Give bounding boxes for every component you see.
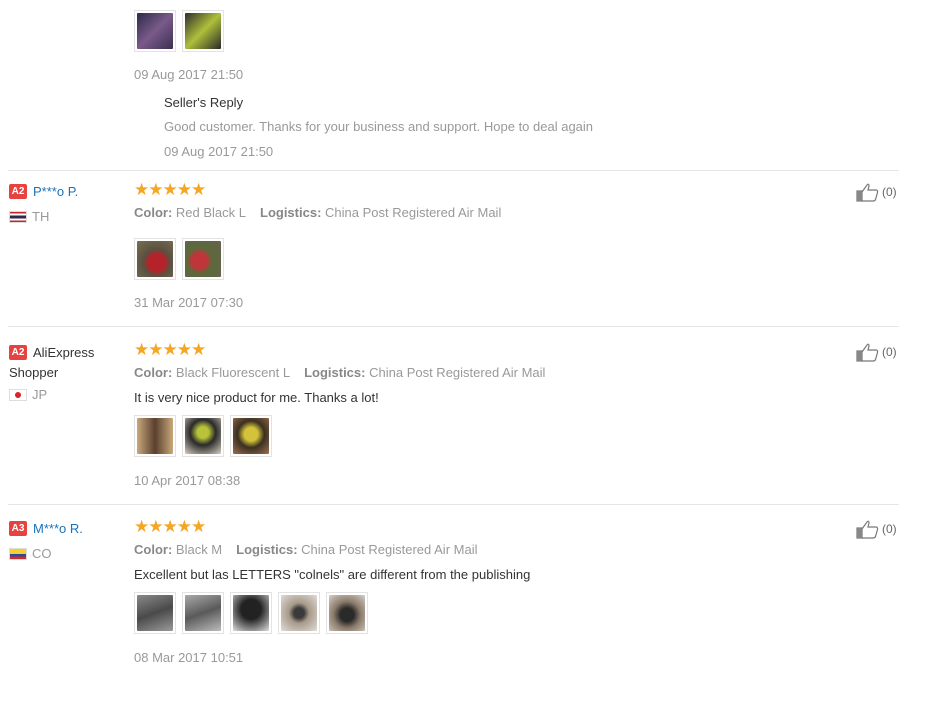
review-photo-thumbnail[interactable] <box>182 238 224 280</box>
color-value: Red Black L <box>175 205 246 220</box>
buyer-country: CO <box>9 546 52 561</box>
review-photo-thumbnail[interactable] <box>134 592 176 634</box>
review-photo-thumbnail[interactable] <box>326 592 368 634</box>
logistics-value: China Post Registered Air Mail <box>369 365 546 380</box>
color-label: Color: <box>134 542 173 557</box>
helpful-button[interactable]: (0) <box>856 342 897 362</box>
review-3-photos <box>134 592 368 634</box>
thumbs-up-icon <box>856 343 879 362</box>
thumbs-up-icon <box>856 520 879 539</box>
review-photo-thumbnail[interactable] <box>278 592 320 634</box>
logistics-label: Logistics: <box>236 542 298 557</box>
review-photo-thumbnail[interactable] <box>230 415 272 457</box>
review-divider <box>8 504 899 505</box>
logistics-value: China Post Registered Air Mail <box>325 205 502 220</box>
logistics-label: Logistics: <box>260 205 322 220</box>
buyer-name-link[interactable]: M***o R. <box>33 521 83 536</box>
rating-stars: ★★★★★ <box>134 340 206 359</box>
helpful-button[interactable]: (0) <box>856 519 897 539</box>
logistics-value: China Post Registered Air Mail <box>301 542 478 557</box>
review-2-photos <box>134 415 272 457</box>
buyer-country: JP <box>9 387 47 402</box>
review-attributes: Color: Black Fluorescent L Logistics: Chi… <box>134 365 545 380</box>
country-code: JP <box>32 387 48 402</box>
logistics-label: Logistics: <box>304 365 366 380</box>
review-attributes: Color: Red Black L Logistics: China Post … <box>134 205 501 220</box>
review-date: 08 Mar 2017 10:51 <box>134 650 244 665</box>
buyer-info: A2 AliExpress Shopper <box>9 343 119 382</box>
buyer-level-badge: A3 <box>9 521 27 537</box>
review-date: 09 Aug 2017 21:50 <box>134 67 244 82</box>
thailand-flag-icon <box>9 210 27 223</box>
review-divider <box>8 326 899 327</box>
seller-reply-text: Good customer. Thanks for your business … <box>164 119 594 134</box>
review-comment: Excellent but las LETTERS "colnels" are … <box>134 567 531 582</box>
review-photo-thumbnail[interactable] <box>182 10 224 52</box>
review-divider <box>8 170 899 171</box>
review-date: 31 Mar 2017 07:30 <box>134 295 244 310</box>
helpful-count: (0) <box>882 522 897 536</box>
country-code: CO <box>32 546 52 561</box>
buyer-info: A3 M***o R. <box>9 520 83 538</box>
review-photo-thumbnail[interactable] <box>134 238 176 280</box>
buyer-country: TH <box>9 209 49 224</box>
color-label: Color: <box>134 365 173 380</box>
rating-stars: ★★★★★ <box>134 517 206 536</box>
buyer-name-link[interactable]: P***o P. <box>33 184 78 199</box>
review-photo-thumbnail[interactable] <box>134 415 176 457</box>
review-comment: It is very nice product for me. Thanks a… <box>134 390 379 405</box>
japan-flag-icon <box>9 388 27 401</box>
buyer-info: A2 P***o P. <box>9 183 78 201</box>
thumbs-up-icon <box>856 183 879 202</box>
seller-reply-date: 09 Aug 2017 21:50 <box>164 144 274 159</box>
helpful-button[interactable]: (0) <box>856 182 897 202</box>
rating-stars: ★★★★★ <box>134 180 206 199</box>
review-photo-thumbnail[interactable] <box>134 10 176 52</box>
colombia-flag-icon <box>9 547 27 560</box>
review-photo-thumbnail[interactable] <box>182 415 224 457</box>
seller-reply-title: Seller's Reply <box>164 95 244 110</box>
review-0-photos <box>134 10 224 52</box>
country-code: TH <box>32 209 50 224</box>
helpful-count: (0) <box>882 345 897 359</box>
review-1-photos <box>134 238 224 280</box>
color-label: Color: <box>134 205 173 220</box>
review-photo-thumbnail[interactable] <box>182 592 224 634</box>
buyer-level-badge: A2 <box>9 184 27 200</box>
helpful-count: (0) <box>882 185 897 199</box>
review-photo-thumbnail[interactable] <box>230 592 272 634</box>
color-value: Black Fluorescent L <box>175 365 291 380</box>
review-attributes: Color: Black M Logistics: China Post Regi… <box>134 542 477 557</box>
buyer-level-badge: A2 <box>9 345 27 361</box>
review-date: 10 Apr 2017 08:38 <box>134 473 241 488</box>
color-value: Black M <box>175 542 223 557</box>
